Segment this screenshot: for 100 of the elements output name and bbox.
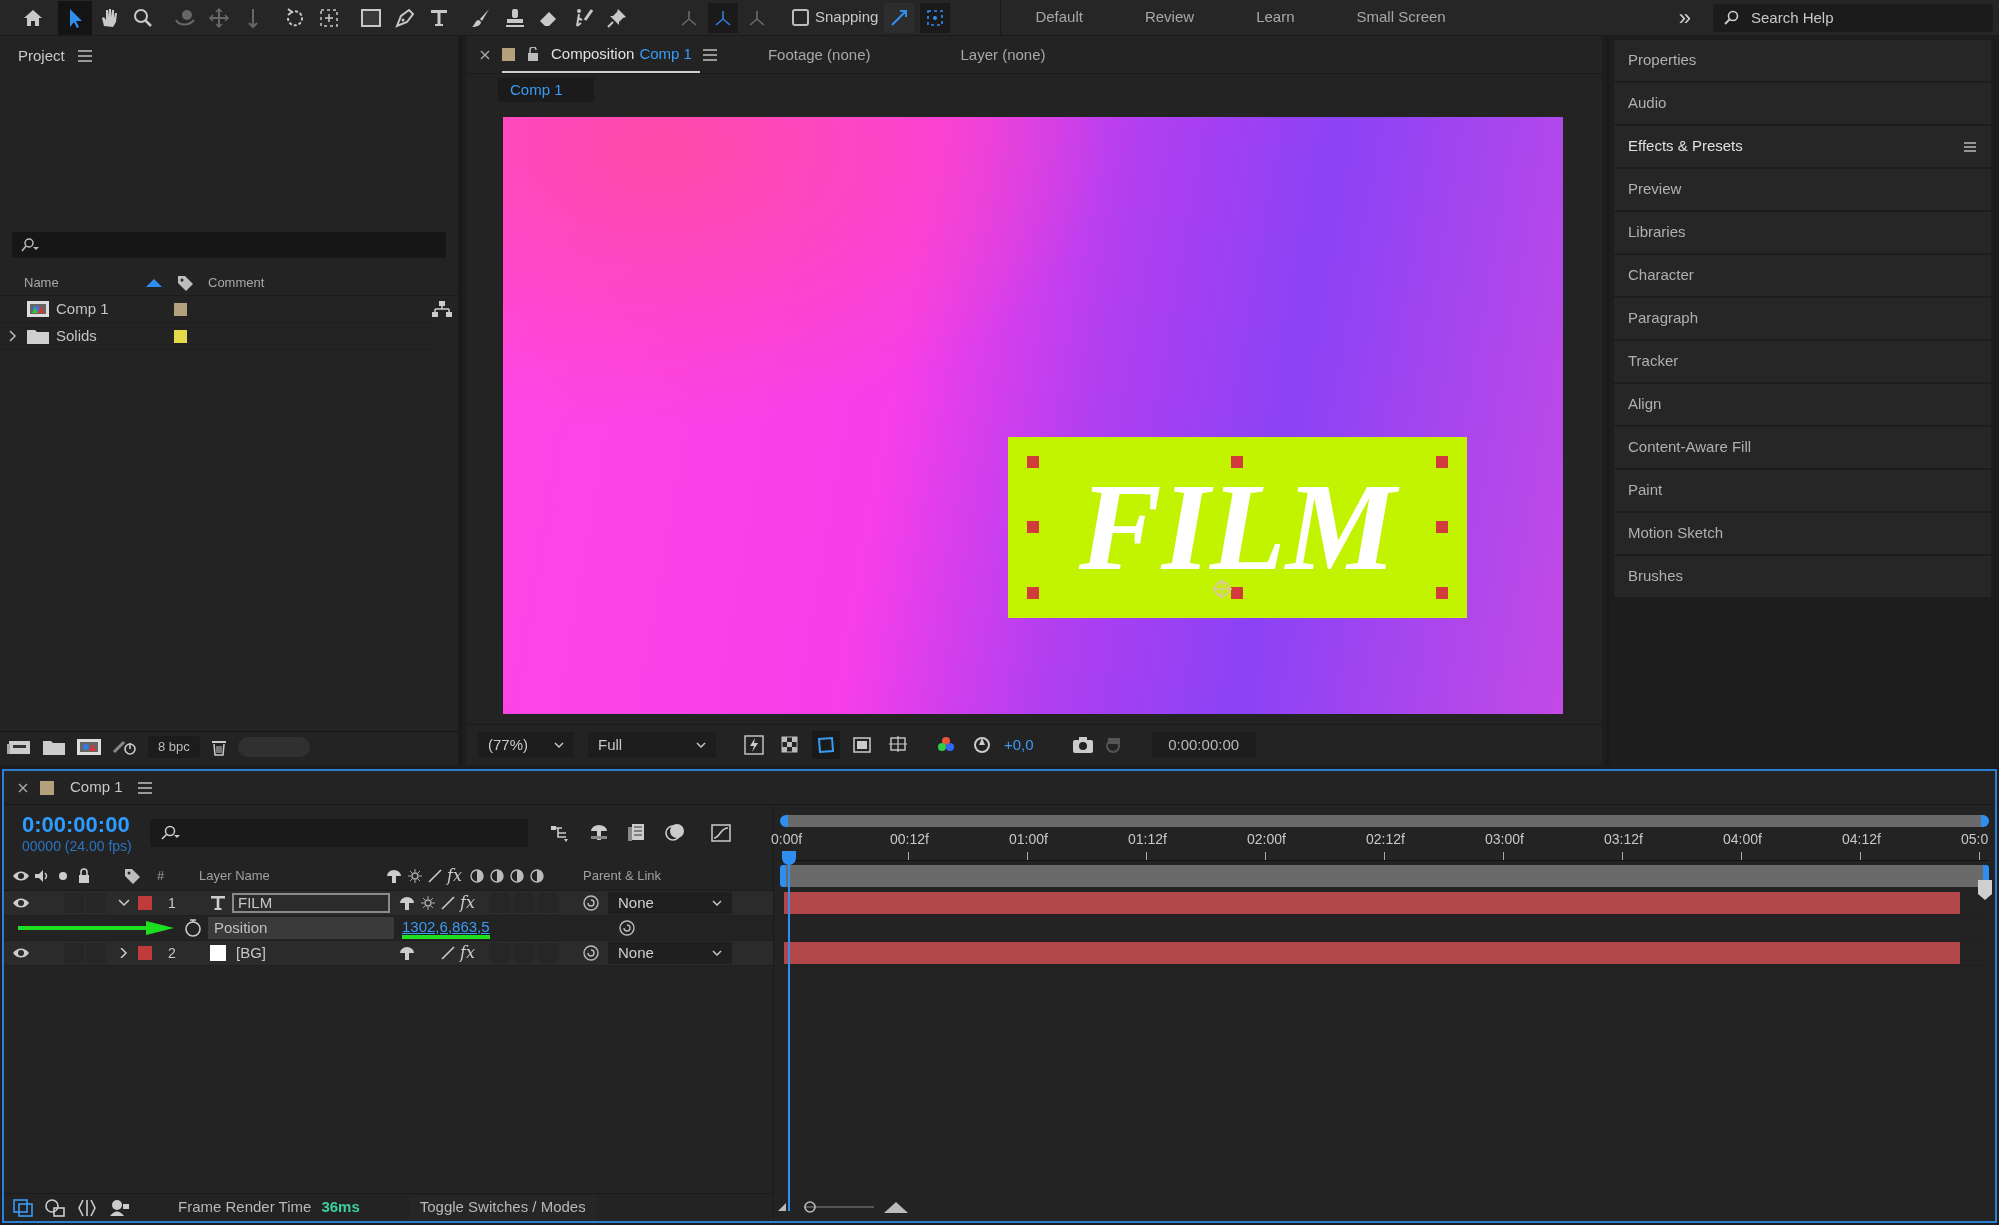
- close-icon[interactable]: [18, 782, 28, 793]
- caret-icon: [554, 742, 564, 748]
- mask-path-button[interactable]: [812, 731, 840, 759]
- effects-label: fx: [460, 943, 476, 963]
- panel-header[interactable]: Motion Sketch: [1614, 513, 1991, 554]
- viewer-tab[interactable]: Footage (none): [767, 37, 871, 73]
- workspace-tab[interactable]: Default: [1035, 6, 1083, 29]
- transform-handle[interactable]: [1027, 587, 1039, 599]
- panel-header[interactable]: Character: [1614, 255, 1991, 296]
- name-column-header[interactable]: Name: [24, 272, 170, 293]
- panel-title: Project: [18, 45, 65, 66]
- timeline-search-field[interactable]: [149, 819, 528, 847]
- graph-editor-icon[interactable]: [709, 822, 732, 844]
- new-composition-icon[interactable]: [76, 737, 102, 756]
- comp-marker-icon[interactable]: [1977, 879, 1993, 901]
- caret-icon: [696, 742, 706, 748]
- workspace-overflow-button[interactable]: »: [1678, 6, 1691, 29]
- resolution-dropdown[interactable]: Full: [588, 732, 716, 758]
- in-out-icon[interactable]: [76, 1197, 98, 1218]
- snap-option-button[interactable]: [920, 2, 951, 33]
- workspace-tab[interactable]: Small Screen: [1356, 6, 1446, 29]
- project-item[interactable]: Comp 1: [0, 296, 434, 323]
- ruler-label: 02:00f: [1247, 830, 1286, 849]
- snapshot-camera-icon[interactable]: [1071, 736, 1094, 754]
- layer-name[interactable]: [BG]: [232, 943, 390, 963]
- selection-arrow-tool-button[interactable]: [58, 0, 92, 35]
- playhead-handle[interactable]: [782, 851, 796, 865]
- pick-whip-icon[interactable]: [582, 894, 600, 912]
- shy-icon: [398, 895, 416, 911]
- flowchart-icon[interactable]: [432, 300, 452, 318]
- stopwatch-icon[interactable]: [184, 918, 202, 938]
- panel-header[interactable]: Properties: [1614, 40, 1991, 81]
- composition-color-swatch: [40, 780, 54, 795]
- panel-header[interactable]: Paint: [1614, 470, 1991, 511]
- workspace-tab[interactable]: Learn: [1256, 6, 1295, 29]
- parent-dropdown[interactable]: None: [608, 942, 732, 964]
- menu-icon[interactable]: [76, 49, 93, 63]
- timeline-tab[interactable]: Comp 1: [70, 776, 123, 799]
- project-item[interactable]: Solids: [0, 323, 434, 350]
- text-layer-icon: [210, 895, 226, 911]
- anchor-point-icon[interactable]: [1211, 578, 1233, 600]
- collapse-sun-icon: [420, 895, 436, 911]
- label-tag-icon: [123, 866, 141, 885]
- panel-header[interactable]: Tracker: [1614, 341, 1991, 382]
- current-time-display[interactable]: 0:00:00:00: [22, 810, 132, 838]
- transform-handle[interactable]: [1436, 456, 1448, 468]
- composition-subtab[interactable]: Comp 1: [498, 78, 594, 102]
- ruler-label: 01:12f: [1128, 830, 1167, 849]
- bit-depth-button[interactable]: 8 bpc: [148, 735, 200, 758]
- transform-handle[interactable]: [1027, 521, 1039, 533]
- current-time-display[interactable]: 0:00:00:00: [1151, 732, 1256, 758]
- panel-header[interactable]: Preview: [1614, 169, 1991, 210]
- pick-whip-icon[interactable]: [582, 944, 600, 962]
- viewer-tab[interactable]: Composition Comp 1: [502, 37, 700, 73]
- pick-whip-icon[interactable]: [617, 919, 636, 937]
- expand-chevron-icon[interactable]: [8, 330, 18, 342]
- transform-handle[interactable]: [1231, 456, 1243, 468]
- column-header: #: [157, 866, 166, 885]
- close-icon[interactable]: [480, 50, 490, 60]
- panel-header[interactable]: Audio: [1614, 83, 1991, 124]
- transform-handle[interactable]: [1027, 456, 1039, 468]
- menu-icon[interactable]: [136, 780, 153, 795]
- grid-guides-icon: [888, 735, 908, 755]
- collapse-sun-icon: [407, 867, 423, 884]
- layer-row[interactable]: 1 FILM fx None: [4, 891, 773, 916]
- panel-header[interactable]: Libraries: [1614, 212, 1991, 253]
- motion-blur-icon[interactable]: [663, 822, 686, 844]
- menu-icon[interactable]: [701, 48, 718, 62]
- caret-icon: [712, 900, 722, 906]
- snapping-checkbox[interactable]: Snapping: [792, 6, 879, 29]
- panel-header[interactable]: Effects & Presets: [1614, 126, 1991, 167]
- collapse-chevron-icon[interactable]: [118, 898, 130, 908]
- layer-name[interactable]: FILM: [232, 893, 390, 913]
- layer-number: 1: [168, 893, 177, 913]
- parent-dropdown[interactable]: None: [608, 892, 732, 914]
- project-search-field[interactable]: [12, 232, 446, 258]
- panel-header[interactable]: Brushes: [1614, 556, 1991, 597]
- snap-option-button[interactable]: [884, 2, 915, 33]
- exposure-value[interactable]: +0,0: [1004, 733, 1034, 757]
- layer-row[interactable]: 2 [BG] fx None: [4, 941, 773, 966]
- layer-switches-icon[interactable]: [12, 1197, 34, 1218]
- transform-handle[interactable]: [1436, 521, 1448, 533]
- render-time-icon[interactable]: [108, 1197, 130, 1218]
- magnification-dropdown[interactable]: (77%): [478, 732, 574, 758]
- transform-handle[interactable]: [1231, 587, 1243, 599]
- expand-chevron-icon[interactable]: [118, 948, 130, 958]
- transform-handle[interactable]: [1436, 587, 1448, 599]
- menu-icon[interactable]: [1963, 140, 1977, 153]
- panel-header[interactable]: Align: [1614, 384, 1991, 425]
- ruler-label: 04:00f: [1723, 830, 1762, 849]
- panel-header[interactable]: Paragraph: [1614, 298, 1991, 339]
- transfer-controls-icon[interactable]: [44, 1197, 66, 1218]
- viewer-tab[interactable]: Layer (none): [960, 37, 1046, 73]
- axis-mode-button[interactable]: [708, 2, 738, 33]
- search-help-field[interactable]: Search Help: [1713, 3, 1993, 32]
- workspace-tab[interactable]: Review: [1144, 6, 1195, 29]
- panel-header[interactable]: Content-Aware Fill: [1614, 427, 1991, 468]
- column-header: Parent & Link: [583, 866, 662, 885]
- label-tag-icon: [176, 273, 194, 292]
- ruler-label: 01:00f: [1009, 830, 1048, 849]
